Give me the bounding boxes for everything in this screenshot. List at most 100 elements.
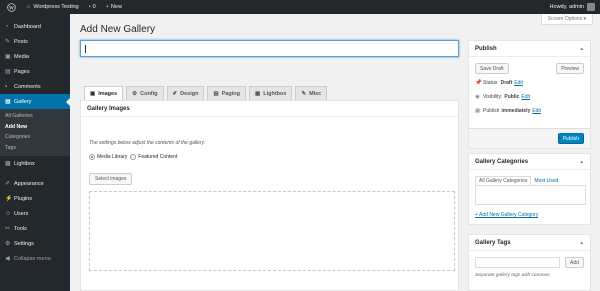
tab-label: Config (140, 90, 158, 97)
menu-label: Lightbox (14, 160, 35, 167)
add-new-category-link[interactable]: + Add New Gallery Category (475, 212, 538, 218)
pin-icon: 📌 (475, 80, 482, 86)
panel-heading: Gallery Images (81, 101, 458, 117)
save-draft-button[interactable]: Save Draft (475, 63, 509, 74)
comments-icon: ▪ (5, 83, 8, 90)
admin-bar: W ⌂ Wordpress Testing ▪ 0 + New Howdy, a… (0, 0, 600, 14)
menu-label: Posts (14, 38, 28, 45)
site-name-link[interactable]: ⌂ Wordpress Testing (22, 0, 84, 14)
gallery-icon: ▦ (5, 99, 11, 105)
menu-item-plugins[interactable]: ⚡ Plugins (0, 191, 70, 206)
plugins-icon: ⚡ (5, 196, 13, 202)
status-value: Draft (500, 80, 513, 86)
lightbox-icon: ▩ (255, 90, 261, 97)
category-checklist[interactable] (475, 185, 586, 205)
comment-bubble-icon: ▪ (88, 4, 91, 10)
box-title: Gallery Tags (475, 240, 511, 246)
edit-schedule-link[interactable]: Edit (532, 108, 541, 114)
menu-label: Appearance (14, 180, 44, 187)
screen-options-button[interactable]: Screen Options ▾ (540, 14, 593, 25)
select-images-button[interactable]: Select images (89, 173, 133, 185)
submenu-tags[interactable]: Tags (0, 143, 70, 154)
box-title: Publish (475, 46, 497, 52)
submenu-all-galleries[interactable]: All Galleries (0, 111, 70, 122)
preview-button[interactable]: Preview (556, 63, 584, 74)
images-dropzone[interactable] (89, 191, 455, 271)
radio-media-library[interactable] (89, 154, 95, 160)
publish-actions: Publish (469, 128, 590, 148)
edit-visibility-link[interactable]: Edit (521, 94, 530, 100)
tab-images[interactable]: ▣ Images (84, 86, 124, 101)
menu-item-gallery[interactable]: ▦ Gallery (0, 94, 70, 109)
new-content-link[interactable]: + New (101, 0, 127, 14)
menu-item-posts[interactable]: ✎ Posts (0, 34, 70, 49)
collapse-arrow-icon[interactable]: ▲ (580, 46, 584, 51)
settings-icon: ⚙ (5, 241, 11, 247)
new-label: New (110, 4, 122, 10)
account-menu[interactable]: Howdy, admin (545, 0, 600, 14)
avatar (587, 3, 595, 11)
menu-label: Media (14, 53, 29, 60)
box-heading: Gallery Tags ▲ (469, 235, 590, 251)
menu-label: Settings (14, 240, 34, 247)
howdy-label: Howdy, admin (549, 4, 584, 10)
tab-label: Paging (221, 90, 241, 97)
wordpress-logo-icon[interactable]: W (0, 0, 22, 14)
publish-box: Publish ▲ Save Draft Preview 📌 Status: D… (468, 40, 591, 149)
status-row: 📌 Status: Draft Edit (475, 80, 523, 86)
tab-label: Lightbox (263, 90, 287, 97)
menu-item-pages[interactable]: ▤ Pages (0, 64, 70, 79)
menu-label: Gallery (14, 98, 32, 105)
status-label: Status: (483, 80, 499, 86)
gallery-submenu: All Galleries Add New Categories Tags (0, 109, 70, 156)
page-title: Add New Gallery (80, 24, 156, 35)
gallery-title-input[interactable] (80, 40, 459, 57)
tab-config[interactable]: ⚙ Config (126, 86, 164, 100)
menu-item-dashboard[interactable]: ◔ Dashboard (0, 19, 70, 34)
tab-design[interactable]: ✐ Design (166, 86, 205, 100)
menu-item-users[interactable]: ☺ Users (0, 206, 70, 221)
appearance-icon: ✐ (5, 181, 11, 187)
lightbox-icon: ▩ (5, 161, 11, 167)
publish-button[interactable]: Publish (557, 133, 584, 144)
text-caret (85, 45, 86, 53)
collapse-icon: ◀ (5, 256, 10, 262)
menu-item-lightbox[interactable]: ▩ Lightbox (0, 156, 70, 171)
visibility-value: Public (504, 94, 520, 100)
radio-label: Featured Content (138, 154, 178, 160)
tab-lightbox[interactable]: ▩ Lightbox (249, 86, 293, 100)
menu-item-appearance[interactable]: ✐ Appearance (0, 176, 70, 191)
collapse-arrow-icon[interactable]: ▲ (580, 159, 584, 164)
menu-item-collapse[interactable]: ◀ Collapse menu (0, 251, 70, 266)
menu-label: Dashboard (14, 23, 41, 30)
box-heading: Gallery Categories ▲ (469, 154, 590, 170)
brush-icon: ✐ (172, 90, 178, 97)
dashboard-icon: ◔ (5, 23, 9, 30)
tab-paging[interactable]: ▤ Paging (207, 86, 247, 100)
comments-link[interactable]: ▪ 0 (84, 0, 101, 14)
submenu-categories[interactable]: Categories (0, 132, 70, 143)
edit-status-link[interactable]: Edit (514, 80, 523, 86)
misc-icon: ✎ (301, 90, 307, 97)
tab-misc[interactable]: ✎ Misc (295, 86, 328, 100)
tab-label: Misc (309, 90, 322, 97)
tab-label: Design (180, 90, 199, 97)
menu-item-settings[interactable]: ⚙ Settings (0, 236, 70, 251)
menu-item-tools[interactable]: ✂ Tools (0, 221, 70, 236)
radio-featured-content[interactable] (130, 154, 137, 160)
tag-input[interactable] (475, 257, 560, 268)
menu-label: Users (14, 210, 29, 217)
menu-item-comments[interactable]: ▪ Comments (0, 79, 70, 94)
add-tag-button[interactable]: Add (565, 257, 584, 268)
paging-icon: ▤ (213, 90, 219, 97)
schedule-label: Publish (483, 108, 500, 114)
menu-label: Comments (14, 83, 41, 90)
gallery-categories-box: Gallery Categories ▲ All Gallery Categor… (468, 153, 591, 225)
comments-count: 0 (92, 4, 96, 10)
collapse-arrow-icon[interactable]: ▲ (580, 240, 584, 245)
images-icon: ▣ (90, 91, 96, 97)
gallery-settings-tabs: ▣ Images ⚙ Config ✐ Design ▤ Paging ▩ Lightbo… (84, 86, 330, 101)
panel-description: The settings below adjust the contents o… (89, 140, 206, 146)
submenu-add-new[interactable]: Add New (0, 122, 70, 133)
menu-item-media[interactable]: ▣ Media (0, 49, 70, 64)
